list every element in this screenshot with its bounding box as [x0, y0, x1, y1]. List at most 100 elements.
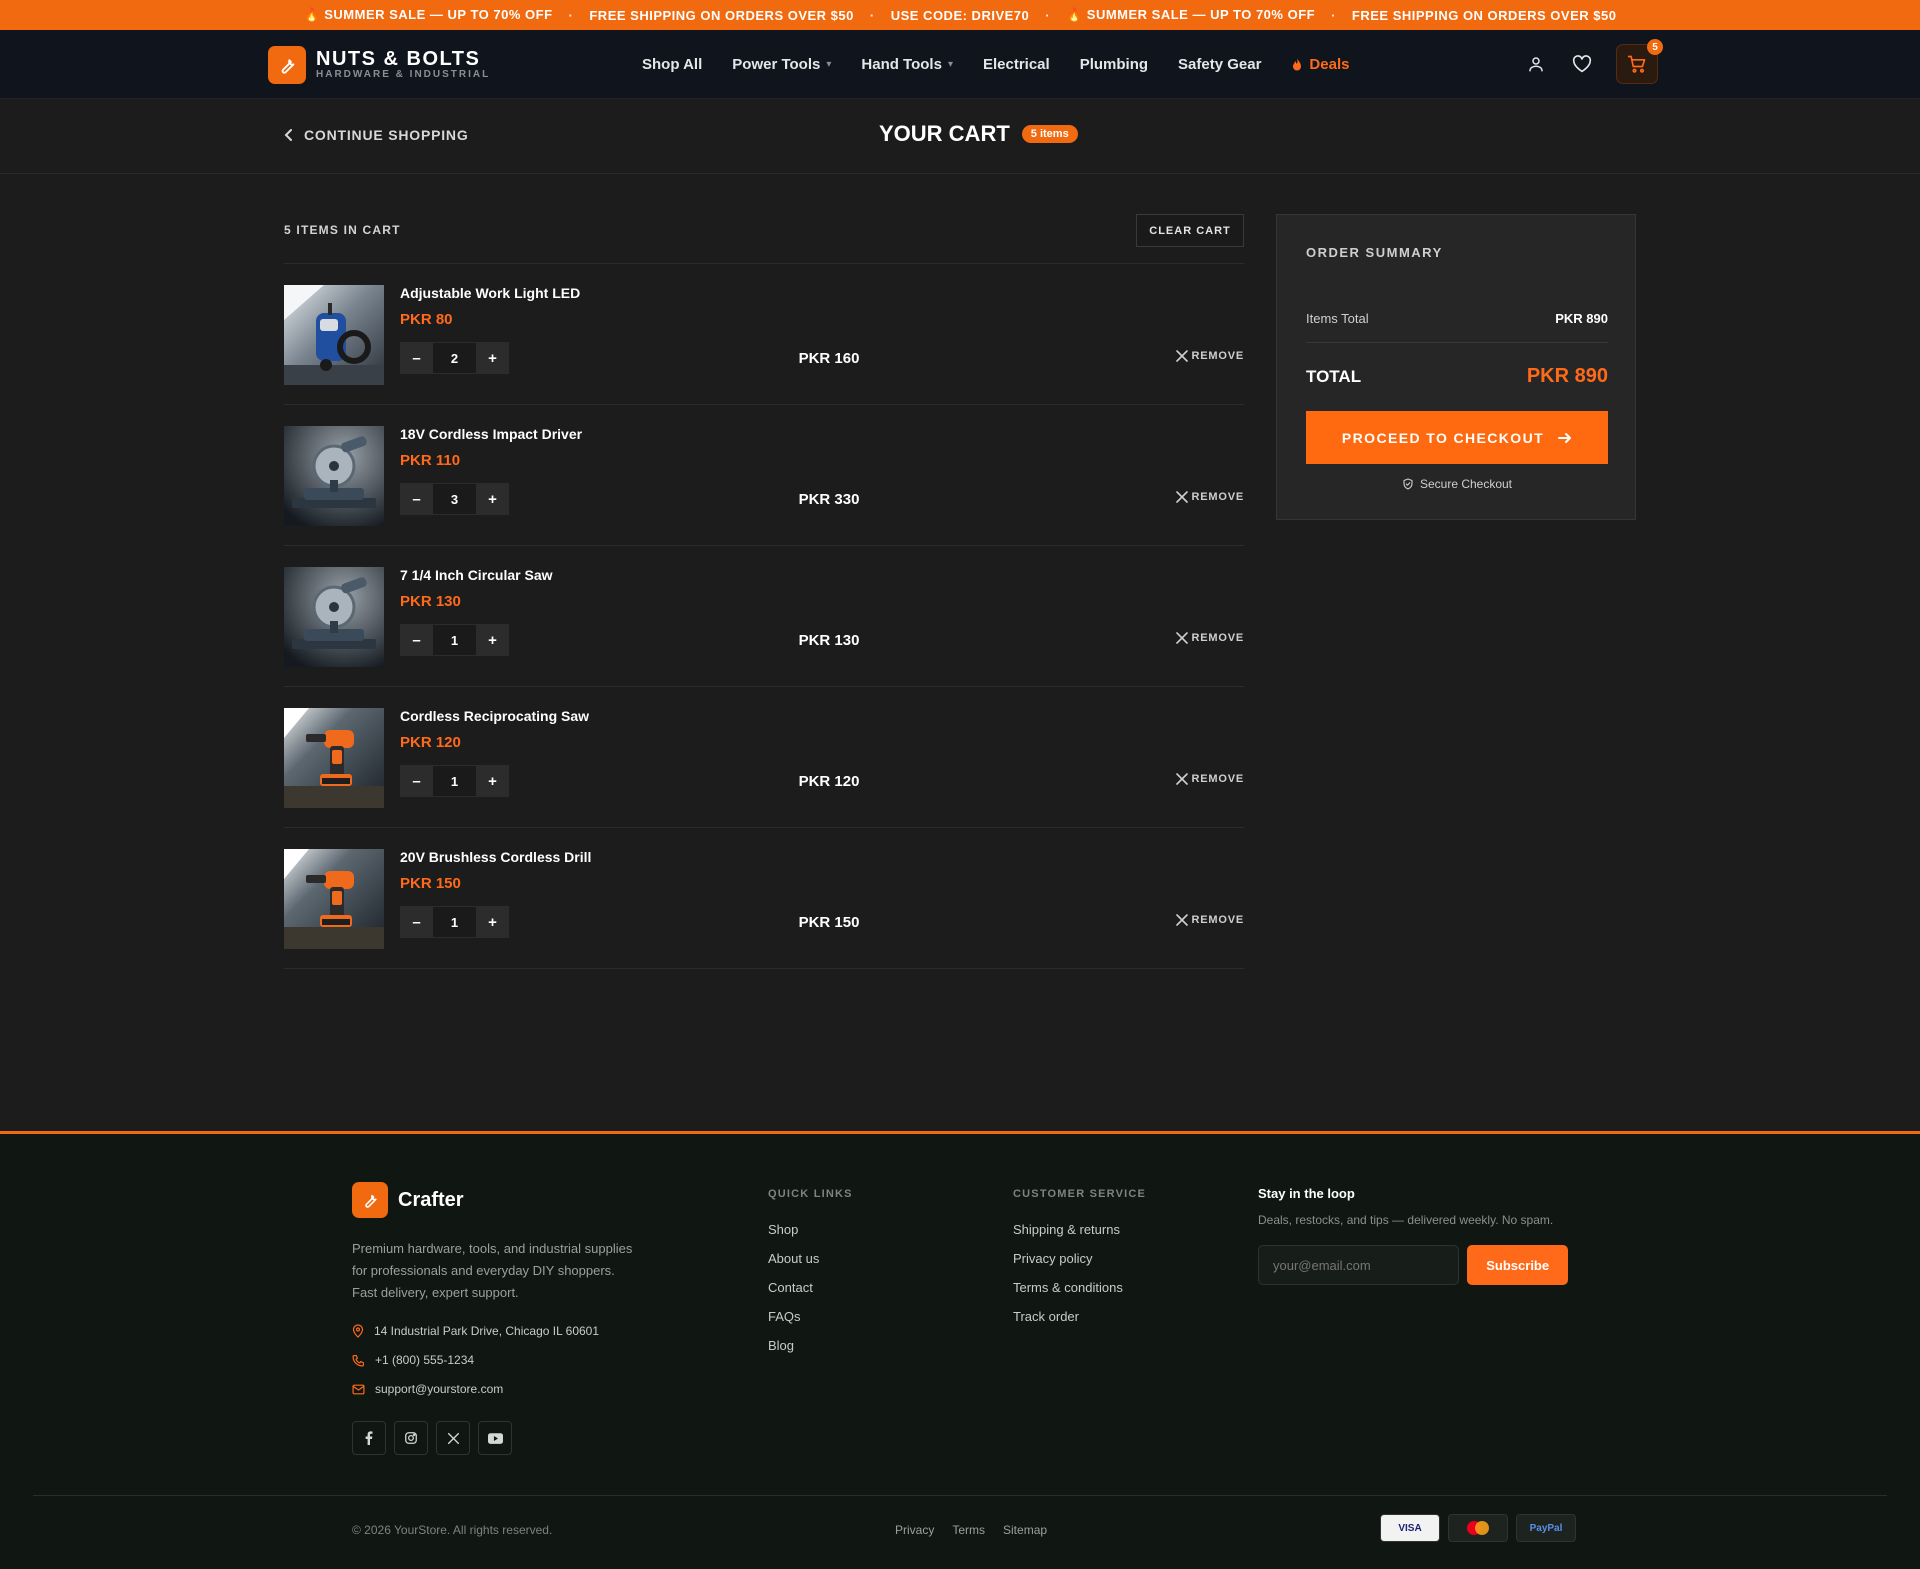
quantity-value[interactable]: 1	[433, 765, 476, 797]
x-twitter-icon[interactable]	[436, 1421, 470, 1455]
remove-item-button[interactable]: REMOVE	[1175, 914, 1244, 926]
heart-icon[interactable]	[1570, 52, 1594, 76]
quantity-value[interactable]: 3	[433, 483, 476, 515]
user-icon[interactable]	[1524, 52, 1548, 76]
cart-button[interactable]: 5	[1616, 39, 1663, 84]
product-name[interactable]: Adjustable Work Light LED	[400, 285, 580, 301]
flame-icon	[1291, 57, 1303, 72]
quantity-stepper: – 3 +	[400, 483, 509, 515]
product-unit-price: PKR 110	[400, 452, 461, 469]
promo-bar: 🔥 SUMMER SALE — UP TO 70% OFF · FREE SHIP…	[0, 0, 1920, 30]
nav-power-tools[interactable]: Power Tools ▾	[732, 56, 831, 73]
nav-electrical[interactable]: Electrical	[983, 56, 1050, 73]
payment-methods: VISA PayPal	[1380, 1514, 1576, 1542]
close-icon	[1175, 773, 1188, 785]
footer-divider	[33, 1495, 1887, 1496]
increase-quantity-button[interactable]: +	[476, 483, 509, 515]
remove-label: REMOVE	[1191, 632, 1244, 644]
youtube-icon[interactable]	[478, 1421, 512, 1455]
promo-item: USE CODE: DRIVE70	[890, 7, 1030, 23]
summary-title: ORDER SUMMARY	[1306, 245, 1443, 260]
nav-deals[interactable]: Deals	[1291, 56, 1349, 73]
site-header: NUTS & BOLTS HARDWARE & INDUSTRIAL Shop …	[0, 30, 1920, 99]
footer-brand[interactable]: Crafter	[352, 1182, 464, 1218]
remove-item-button[interactable]: REMOVE	[1175, 491, 1244, 503]
product-image[interactable]	[284, 567, 384, 667]
header-actions: 5	[1524, 39, 1663, 84]
nav-safety-gear[interactable]: Safety Gear	[1178, 56, 1261, 73]
decrease-quantity-button[interactable]: –	[400, 624, 433, 656]
nav-hand-tools[interactable]: Hand Tools ▾	[861, 56, 953, 73]
newsletter: Stay in the loop Deals, restocks, and ti…	[1258, 1186, 1568, 1285]
paypal-icon: PayPal	[1516, 1514, 1576, 1542]
product-unit-price: PKR 130	[400, 593, 461, 610]
increase-quantity-button[interactable]: +	[476, 906, 509, 938]
product-name[interactable]: 18V Cordless Impact Driver	[400, 426, 582, 442]
increase-quantity-button[interactable]: +	[476, 342, 509, 374]
legal-link-sitemap[interactable]: Sitemap	[1003, 1523, 1047, 1537]
product-name[interactable]: 7 1/4 Inch Circular Saw	[400, 567, 553, 583]
product-image[interactable]	[284, 708, 384, 808]
footer-phone[interactable]: +1 (800) 555-1234	[352, 1353, 474, 1367]
clear-cart-button[interactable]: CLEAR CART	[1136, 214, 1244, 247]
decrease-quantity-button[interactable]: –	[400, 765, 433, 797]
footer-link-about[interactable]: About us	[768, 1251, 853, 1266]
remove-item-button[interactable]: REMOVE	[1175, 632, 1244, 644]
nav-plumbing[interactable]: Plumbing	[1080, 56, 1148, 73]
decrease-quantity-button[interactable]: –	[400, 906, 433, 938]
footer-link-shop[interactable]: Shop	[768, 1222, 853, 1237]
increase-quantity-button[interactable]: +	[476, 624, 509, 656]
promo-item: FREE SHIPPING ON ORDERS OVER $50	[1351, 7, 1617, 23]
quantity-stepper: – 1 +	[400, 624, 509, 656]
legal-link-terms[interactable]: Terms	[952, 1523, 985, 1537]
product-name[interactable]: Cordless Reciprocating Saw	[400, 708, 589, 724]
decrease-quantity-button[interactable]: –	[400, 342, 433, 374]
footer-link-blog[interactable]: Blog	[768, 1338, 853, 1353]
checkout-button[interactable]: PROCEED TO CHECKOUT	[1306, 411, 1608, 464]
remove-item-button[interactable]: REMOVE	[1175, 350, 1244, 362]
footer-link-shipping[interactable]: Shipping & returns	[1013, 1222, 1146, 1237]
quantity-value[interactable]: 1	[433, 624, 476, 656]
footer-link-terms[interactable]: Terms & conditions	[1013, 1280, 1146, 1295]
legal-link-privacy[interactable]: Privacy	[895, 1523, 934, 1537]
instagram-icon[interactable]	[394, 1421, 428, 1455]
product-name[interactable]: 20V Brushless Cordless Drill	[400, 849, 591, 865]
footer-link-faqs[interactable]: FAQs	[768, 1309, 853, 1324]
quantity-value[interactable]: 2	[433, 342, 476, 374]
cart-heading: YOUR CART 5 items	[879, 121, 1078, 147]
cart-icon	[1627, 54, 1647, 74]
brand-logo[interactable]: NUTS & BOLTS HARDWARE & INDUSTRIAL	[268, 46, 490, 84]
cart-item-row: Cordless Reciprocating Saw PKR 120 – 1 +…	[284, 687, 1244, 828]
items-total-value: PKR 890	[1555, 311, 1608, 326]
remove-item-button[interactable]: REMOVE	[1175, 773, 1244, 785]
decrease-quantity-button[interactable]: –	[400, 483, 433, 515]
customer-service-links: CUSTOMER SERVICE Shipping & returns Priv…	[1013, 1188, 1146, 1338]
product-image[interactable]	[284, 849, 384, 949]
footer-link-track-order[interactable]: Track order	[1013, 1309, 1146, 1324]
chevron-left-icon	[284, 129, 294, 141]
close-icon	[1175, 632, 1188, 644]
footer-email[interactable]: support@yourstore.com	[352, 1382, 503, 1396]
facebook-icon[interactable]	[352, 1421, 386, 1455]
product-image[interactable]	[284, 285, 384, 385]
close-icon	[1175, 914, 1188, 926]
continue-shopping-link[interactable]: CONTINUE SHOPPING	[284, 127, 469, 143]
customer-service-title: CUSTOMER SERVICE	[1013, 1188, 1147, 1200]
quantity-value[interactable]: 1	[433, 906, 476, 938]
line-total: PKR 150	[798, 914, 860, 931]
subscribe-button[interactable]: Subscribe	[1467, 1245, 1568, 1285]
remove-label: REMOVE	[1191, 914, 1244, 926]
newsletter-email-input[interactable]	[1258, 1245, 1460, 1285]
remove-label: REMOVE	[1191, 491, 1244, 503]
footer-link-contact[interactable]: Contact	[768, 1280, 853, 1295]
quantity-stepper: – 1 +	[400, 765, 509, 797]
product-image[interactable]	[284, 426, 384, 526]
items-badge: 5 items	[1021, 125, 1078, 143]
copyright: © 2026 YourStore. All rights reserved.	[352, 1523, 553, 1537]
nav-shop-all[interactable]: Shop All	[642, 56, 702, 73]
increase-quantity-button[interactable]: +	[476, 765, 509, 797]
footer-brand-name: Crafter	[398, 1188, 464, 1211]
footer-link-privacy-policy[interactable]: Privacy policy	[1013, 1251, 1146, 1266]
wrench-icon	[352, 1182, 388, 1218]
newsletter-text: Deals, restocks, and tips — delivered we…	[1258, 1213, 1554, 1227]
